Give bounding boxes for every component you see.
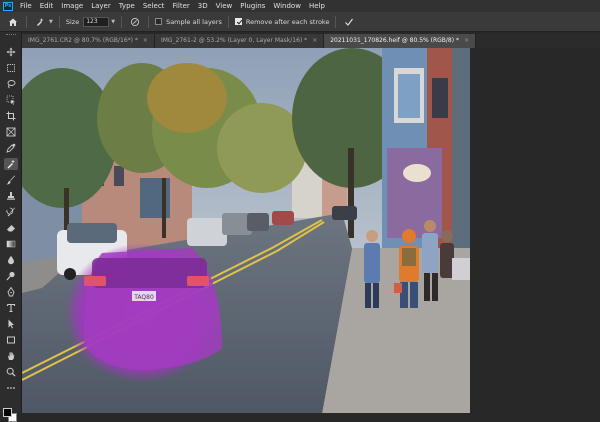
commit-button[interactable] (342, 15, 356, 29)
divider (227, 15, 229, 28)
crop-tool[interactable] (4, 110, 18, 122)
more-tools-button[interactable] (4, 382, 18, 394)
menu-3d[interactable]: 3D (194, 0, 212, 12)
zoom-tool[interactable] (4, 366, 18, 378)
sample-all-layers-checkbox[interactable] (155, 18, 163, 25)
menu-help[interactable]: Help (305, 0, 329, 12)
remove-after-stroke-label: Remove after each stroke (245, 17, 330, 26)
zoom-icon (6, 367, 16, 377)
pressure-size-button[interactable] (128, 15, 142, 29)
menu-edit[interactable]: Edit (36, 0, 58, 12)
street-photo: TAQ80 (22, 48, 470, 413)
size-label: Size (65, 17, 80, 26)
close-icon[interactable]: × (143, 34, 148, 48)
marquee-tool[interactable] (4, 62, 18, 74)
crop-icon (6, 111, 16, 121)
menu-window[interactable]: Window (269, 0, 305, 12)
rectangle-tool[interactable] (4, 334, 18, 346)
gradient-tool[interactable] (4, 238, 18, 250)
dodge-tool[interactable] (4, 270, 18, 282)
move-icon (6, 47, 16, 57)
eyedropper-tool[interactable] (4, 142, 18, 154)
hand-icon (8, 352, 15, 360)
divider (58, 15, 60, 28)
pen-icon (7, 287, 15, 297)
tools-panel (0, 32, 22, 422)
type-icon (6, 303, 16, 313)
pressure-icon (131, 17, 140, 26)
checkmark-icon (345, 18, 354, 26)
arrow-icon (8, 319, 14, 329)
brush-tool[interactable] (4, 174, 18, 186)
tab-img-2761-2[interactable]: IMG_2761-2 @ 53.2% (Layer 0, Layer Mask/… (154, 34, 325, 48)
divider (335, 15, 337, 28)
remove-tool-icon (7, 159, 15, 169)
divider (148, 15, 150, 28)
path-selection-tool[interactable] (4, 318, 18, 330)
remove-tool-icon (37, 17, 44, 26)
remove-tool[interactable] (4, 158, 18, 170)
clone-stamp-tool[interactable] (4, 190, 18, 202)
close-icon[interactable]: × (312, 34, 317, 48)
frame-icon (6, 127, 16, 137)
sample-all-layers-label: Sample all layers (166, 17, 222, 26)
options-bar: ▼ Size 123 ▼ Sample all layers Remove af… (0, 12, 600, 32)
history-brush-icon (6, 207, 15, 217)
stamp-icon (7, 192, 15, 200)
object-selection-tool[interactable] (4, 94, 18, 106)
sample-all-layers-option[interactable]: Sample all layers (155, 18, 222, 26)
divider (26, 15, 27, 28)
type-tool[interactable] (4, 302, 18, 314)
blur-icon (8, 255, 14, 265)
license-plate-text: TAQ80 (133, 294, 154, 301)
tab-label: IMG_2761.CR2 @ 80.7% (RGB/16*) * (28, 37, 138, 44)
menu-type[interactable]: Type (115, 0, 139, 12)
menu-layer[interactable]: Layer (87, 0, 115, 12)
gradient-icon (6, 240, 16, 248)
rectangle-icon (7, 336, 15, 344)
dodge-icon (6, 271, 15, 281)
marquee-icon (7, 64, 15, 72)
menu-file[interactable]: File (16, 0, 36, 12)
hand-tool[interactable] (4, 350, 18, 362)
ellipsis-icon (7, 387, 15, 389)
blur-tool[interactable] (4, 254, 18, 266)
eyedropper-icon (6, 143, 16, 153)
size-dropdown-icon[interactable]: ▼ (111, 19, 115, 25)
canvas-area[interactable]: TAQ80 (22, 48, 600, 413)
tab-img-2761-cr2[interactable]: IMG_2761.CR2 @ 80.7% (RGB/16*) * × (22, 34, 155, 48)
frame-tool[interactable] (4, 126, 18, 138)
menu-view[interactable]: View (212, 0, 237, 12)
pen-tool[interactable] (4, 286, 18, 298)
eraser-icon (7, 225, 15, 232)
lasso-icon (7, 80, 16, 89)
menu-plugins[interactable]: Plugins (236, 0, 269, 12)
move-tool[interactable] (4, 46, 18, 58)
tab-label: IMG_2761-2 @ 53.2% (Layer 0, Layer Mask/… (160, 37, 308, 44)
photoshop-logo: Ps (3, 1, 13, 11)
size-input[interactable]: 123 (83, 16, 110, 27)
remove-after-stroke-option[interactable]: Remove after each stroke (234, 17, 330, 26)
history-brush-tool[interactable] (4, 206, 18, 218)
tool-preset-picker[interactable] (33, 15, 47, 29)
divider (121, 15, 123, 28)
brush-icon (6, 175, 15, 185)
panel-grip[interactable] (6, 34, 16, 36)
object-selection-icon (6, 95, 15, 105)
document-tabs: IMG_2761.CR2 @ 80.7% (RGB/16*) * × IMG_2… (22, 34, 600, 48)
tab-20211031-heif[interactable]: 20211031_170826.heif @ 80.5% (RGB/8) * × (324, 34, 477, 48)
menu-image[interactable]: Image (57, 0, 87, 12)
chevron-down-icon[interactable]: ▼ (49, 19, 53, 25)
remove-after-stroke-checkbox[interactable] (234, 18, 242, 25)
eraser-tool[interactable] (4, 222, 18, 234)
lasso-tool[interactable] (4, 78, 18, 90)
home-icon (9, 18, 17, 26)
close-icon[interactable]: × (464, 34, 469, 48)
menu-select[interactable]: Select (139, 0, 169, 12)
menu-filter[interactable]: Filter (168, 0, 193, 12)
tab-label: 20211031_170826.heif @ 80.5% (RGB/8) * (330, 37, 459, 44)
home-button[interactable] (6, 15, 20, 29)
menu-bar: Ps File Edit Image Layer Type Select Fil… (0, 0, 600, 12)
document-canvas[interactable]: TAQ80 (22, 48, 470, 413)
